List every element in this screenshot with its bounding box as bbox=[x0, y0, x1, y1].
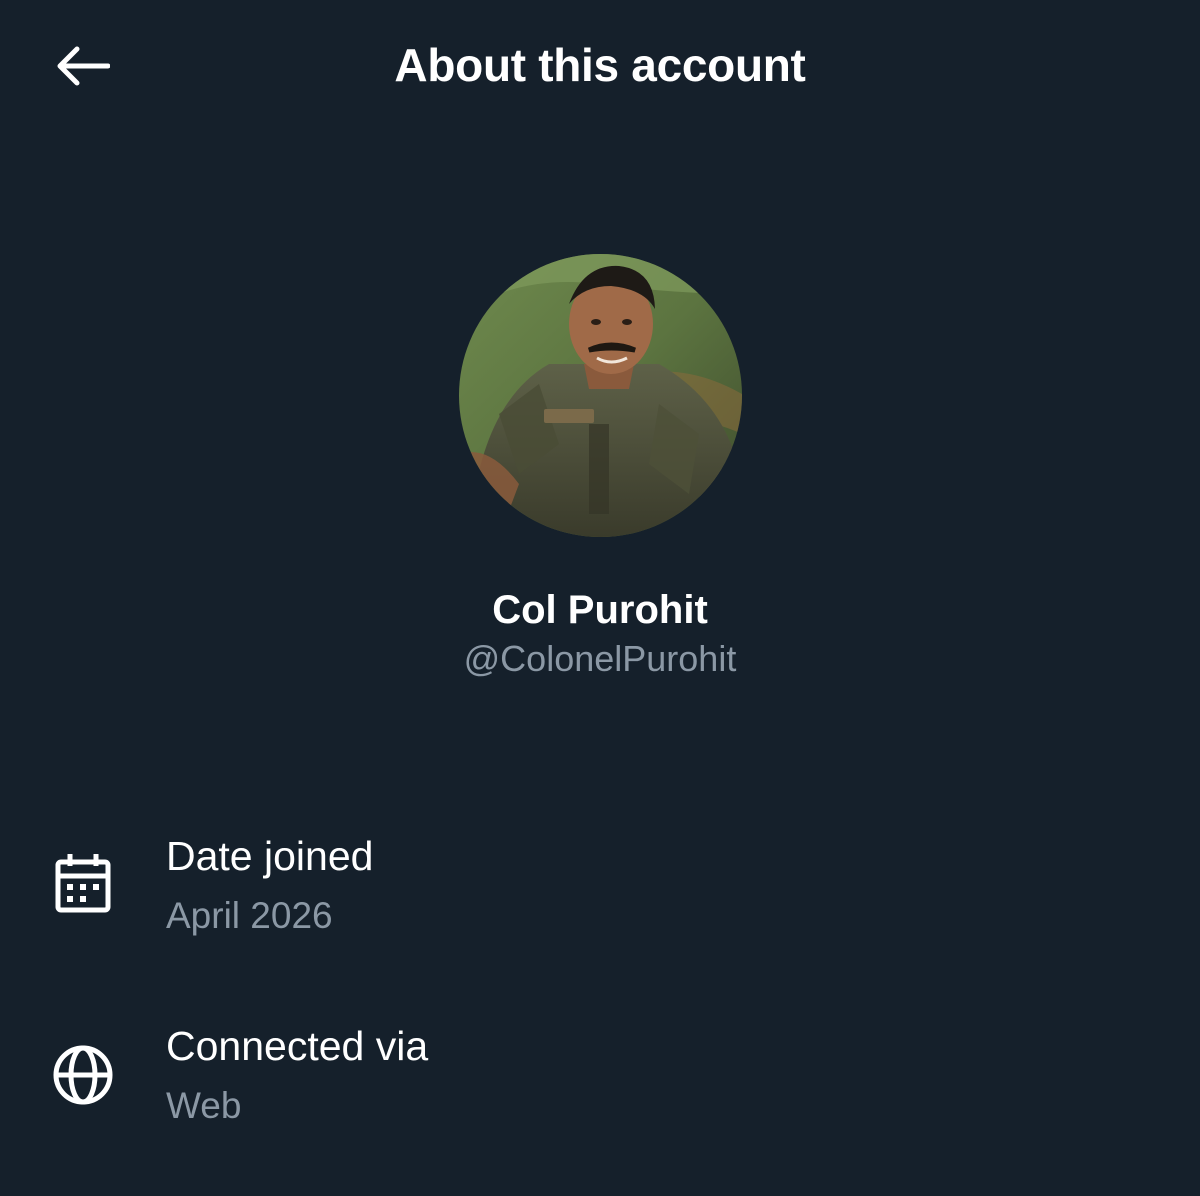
connected-via-row: Connected via Web bbox=[0, 1010, 1200, 1150]
globe-icon bbox=[53, 1045, 113, 1105]
avatar[interactable] bbox=[459, 254, 742, 537]
connected-via-label: Connected via bbox=[166, 1023, 429, 1069]
date-joined-row: Date joined April 2026 bbox=[0, 820, 1200, 960]
avatar-photo bbox=[459, 254, 742, 537]
display-name: Col Purohit bbox=[492, 588, 708, 632]
top-bar: About this account bbox=[0, 0, 1200, 130]
date-joined-label: Date joined bbox=[166, 833, 374, 879]
date-joined-value: April 2026 bbox=[166, 895, 333, 936]
user-handle: @ColonelPurohit bbox=[463, 638, 737, 679]
page-title: About this account bbox=[394, 39, 806, 91]
calendar-icon bbox=[55, 854, 111, 913]
connected-via-value: Web bbox=[166, 1085, 242, 1126]
